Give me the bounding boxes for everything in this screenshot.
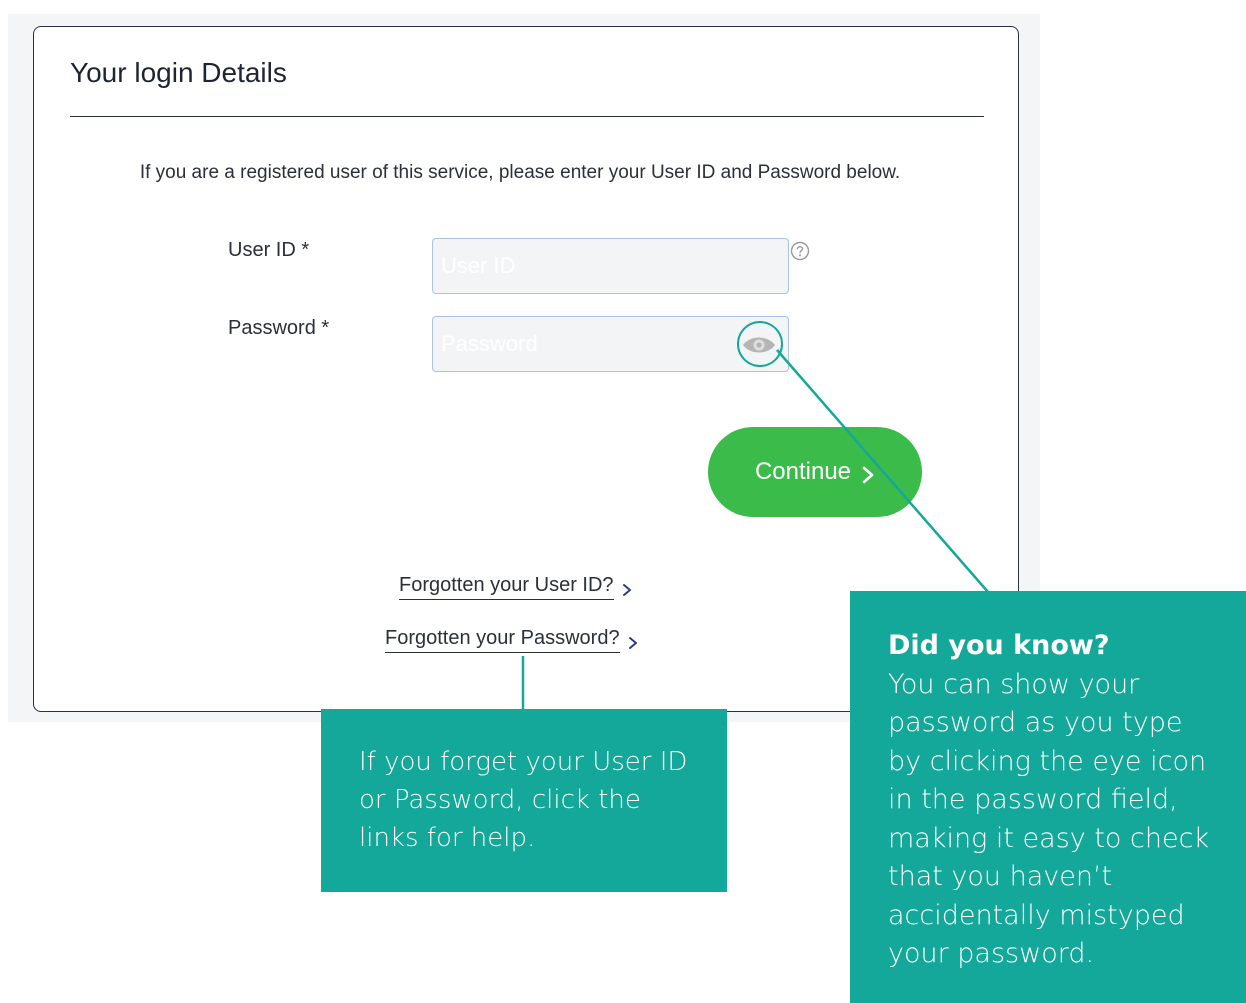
password-input[interactable] [432, 316, 789, 372]
chevron-right-icon [861, 463, 875, 484]
eye-tip-title: Did you know? [888, 630, 1110, 661]
forgot-password-link[interactable]: Forgotten your Password? [385, 627, 638, 653]
forgot-password-text: Forgotten your Password? [385, 627, 620, 653]
title-divider [70, 116, 984, 117]
intro-text: If you are a registered user of this ser… [139, 162, 901, 183]
links-help-callout: If you forget your User ID or Password, … [321, 709, 727, 892]
chevron-right-icon [622, 580, 632, 596]
eye-tip-body: You can show your password as you type b… [888, 668, 1210, 970]
eye-highlight-ring [737, 321, 783, 367]
user-id-input[interactable] [432, 238, 789, 294]
continue-label: Continue [754, 458, 852, 485]
forgot-user-id-link[interactable]: Forgotten your User ID? [399, 574, 632, 600]
links-help-text: If you forget your User ID or Password, … [359, 747, 688, 853]
chevron-right-icon [628, 633, 638, 649]
continue-button[interactable]: Continue [708, 427, 922, 517]
password-label: Password * [228, 317, 330, 339]
user-id-label: User ID * [228, 239, 310, 261]
forgot-user-id-text: Forgotten your User ID? [399, 574, 614, 600]
page-title: Your login Details [70, 57, 287, 88]
eye-tip-callout: Did you know? You can show your password… [850, 591, 1246, 1003]
question-circle-icon[interactable] [790, 241, 810, 261]
